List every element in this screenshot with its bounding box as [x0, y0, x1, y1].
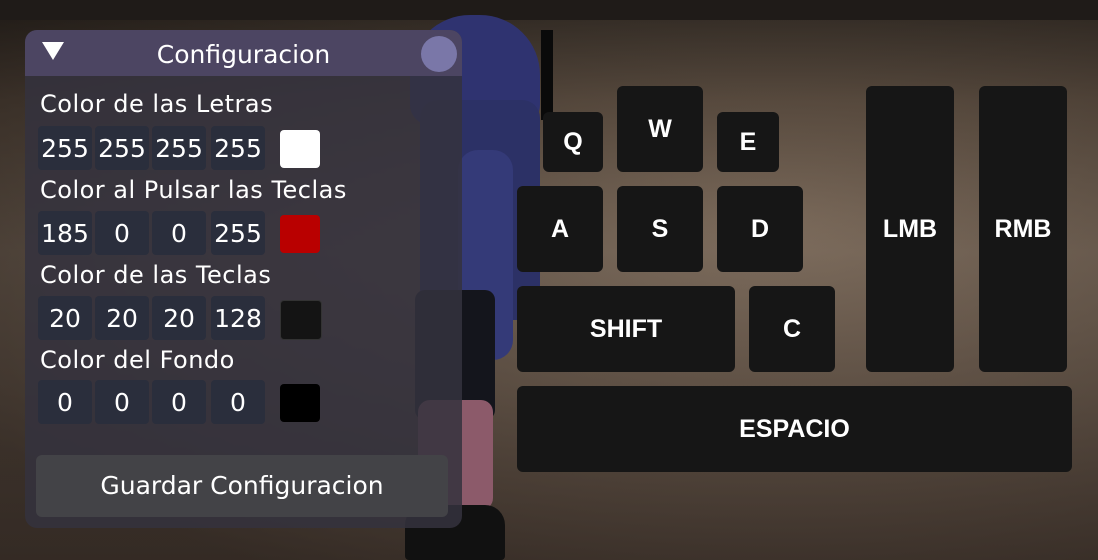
value-a[interactable]: 0 [211, 380, 265, 424]
value-g[interactable]: 0 [95, 211, 149, 255]
value-g[interactable]: 20 [95, 296, 149, 340]
value-r[interactable]: 0 [38, 380, 92, 424]
section-label-fondo: Color del Fondo [40, 346, 235, 374]
key-rmb: RMB [979, 86, 1067, 372]
value-r[interactable]: 255 [38, 126, 92, 170]
save-config-button[interactable]: Guardar Configuracion [36, 455, 448, 517]
value-g[interactable]: 255 [95, 126, 149, 170]
value-a[interactable]: 255 [211, 126, 265, 170]
section-label-letras: Color de las Letras [40, 90, 274, 118]
close-circle-icon[interactable] [421, 36, 457, 72]
value-a[interactable]: 255 [211, 211, 265, 255]
top-band [0, 0, 1098, 20]
color-swatch[interactable] [280, 215, 320, 253]
key-d: D [717, 186, 803, 272]
value-r[interactable]: 185 [38, 211, 92, 255]
color-swatch[interactable] [280, 384, 320, 422]
value-r[interactable]: 20 [38, 296, 92, 340]
key-lmb: LMB [866, 86, 954, 372]
key-a: A [517, 186, 603, 272]
panel-title: Configuracion [156, 40, 331, 69]
key-s: S [617, 186, 703, 272]
config-panel: Configuracion Color de las Letras 255 25… [25, 30, 462, 528]
character-hair [541, 30, 553, 120]
key-e: E [717, 112, 779, 172]
key-space: ESPACIO [517, 386, 1072, 472]
key-q: Q [543, 112, 603, 172]
section-label-pulsar: Color al Pulsar las Teclas [40, 176, 347, 204]
key-shift: SHIFT [517, 286, 735, 372]
color-swatch[interactable] [280, 130, 320, 168]
key-c: C [749, 286, 835, 372]
panel-header[interactable]: Configuracion [25, 30, 462, 76]
value-a[interactable]: 128 [211, 296, 265, 340]
value-b[interactable]: 255 [152, 126, 206, 170]
color-swatch[interactable] [280, 300, 322, 340]
value-b[interactable]: 0 [152, 211, 206, 255]
key-w: W [617, 86, 703, 172]
value-b[interactable]: 20 [152, 296, 206, 340]
section-label-teclas: Color de las Teclas [40, 261, 272, 289]
value-g[interactable]: 0 [95, 380, 149, 424]
value-b[interactable]: 0 [152, 380, 206, 424]
